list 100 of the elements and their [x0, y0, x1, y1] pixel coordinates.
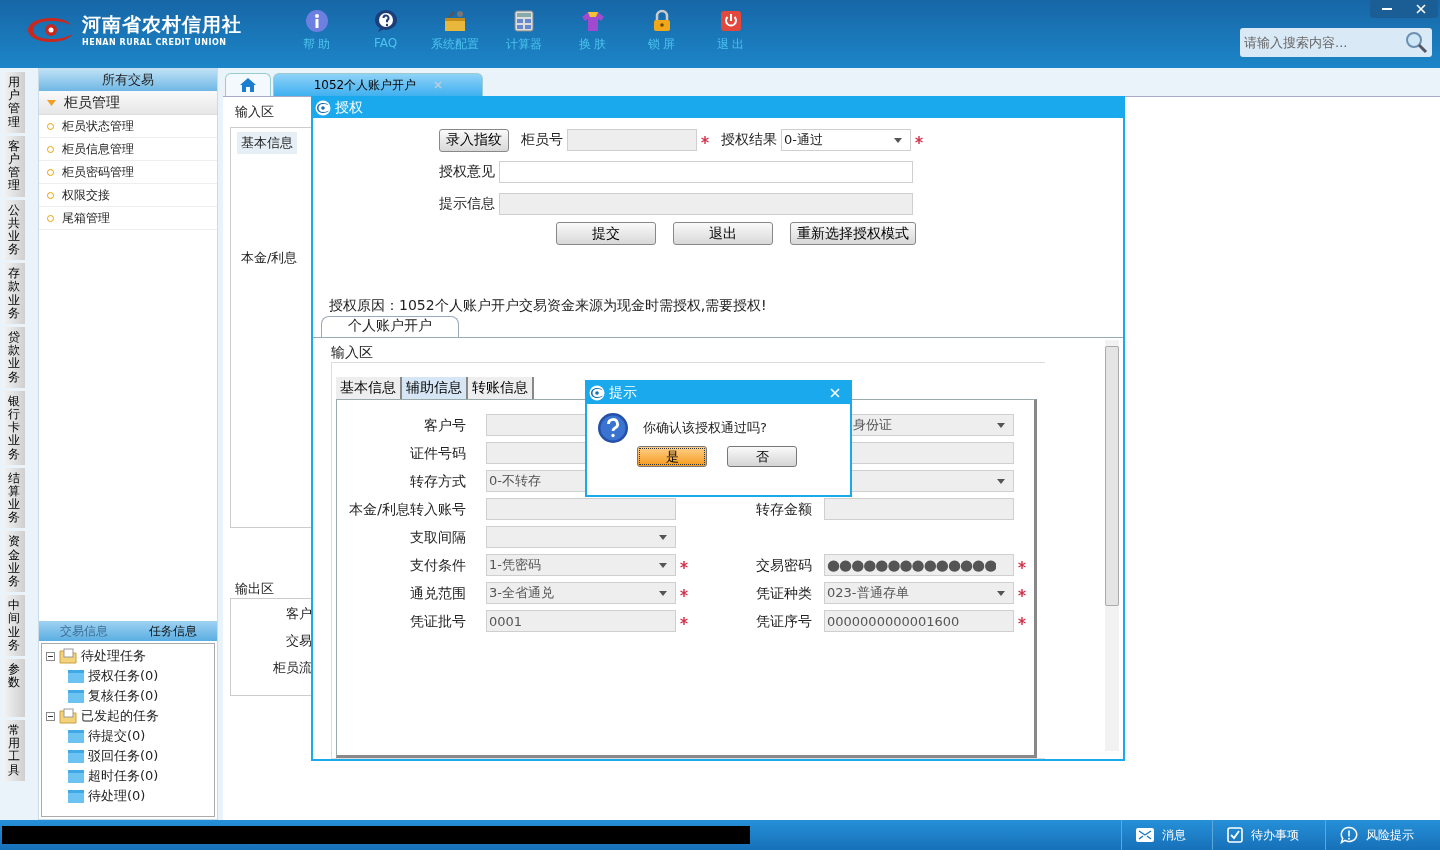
tree-node[interactable]: 超时任务(0)	[46, 766, 210, 786]
dropdown-arrow-icon	[659, 590, 667, 596]
menu-group[interactable]: 柜员管理	[39, 91, 217, 115]
collapse-icon[interactable]	[46, 711, 55, 721]
side-tab[interactable]: 参数	[3, 658, 25, 717]
input-field[interactable]	[499, 161, 913, 183]
dialog-button[interactable]: 重新选择授权模式	[790, 222, 916, 245]
field-label: 转存方式	[409, 472, 467, 491]
tree-node[interactable]: 复核任务(0)	[46, 686, 210, 706]
folder-icon	[68, 769, 84, 783]
logo-title: 河南省农村信用社	[82, 12, 242, 37]
folder-icon	[68, 729, 84, 743]
form-tab[interactable]: 转账信息	[468, 377, 534, 399]
dropdown-field[interactable]: 身份证	[850, 414, 1014, 436]
scrollbar[interactable]	[1105, 340, 1119, 751]
field-label: 交易	[286, 632, 312, 650]
dialog-button[interactable]: 退出	[673, 222, 773, 245]
dialog-button[interactable]: 是	[637, 446, 707, 467]
app-icon	[315, 100, 331, 116]
reason-text: 授权原因：1052个人账户开户交易资金来源为现金时需授权,需要授权!	[329, 297, 768, 315]
password-field[interactable]: ●●●●●●●●●●●●●●	[824, 554, 1014, 576]
tree-node[interactable]: 待处理(0)	[46, 786, 210, 806]
dropdown-field[interactable]: 1-凭密码	[486, 554, 676, 576]
field-label: 凭证序号	[755, 612, 813, 631]
fingerprint-button[interactable]: 录入指纹	[439, 128, 509, 152]
form-tab[interactable]: 基本信息	[237, 132, 297, 154]
dialog-button[interactable]: 否	[727, 446, 797, 467]
tree-node[interactable]: 已发起的任务	[46, 706, 210, 726]
help-icon	[373, 9, 398, 33]
home-tab[interactable]	[225, 73, 271, 96]
menu-item[interactable]: 权限交接	[39, 184, 217, 207]
menu-item[interactable]: 柜员密码管理	[39, 161, 217, 184]
side-tab[interactable]: 用户管理	[3, 72, 25, 133]
panel-tab[interactable]: 任务信息	[128, 621, 217, 641]
field-label: 转存金额	[755, 500, 813, 519]
dropdown-field[interactable]	[486, 526, 676, 548]
alert-bubble-icon	[1340, 826, 1358, 844]
folder-icon	[68, 789, 84, 803]
dialog-title: 提示	[609, 384, 637, 402]
sidebar-title: 所有交易	[39, 69, 217, 91]
page-tab[interactable]: 1052个人账户开户	[273, 73, 483, 96]
envelope-icon	[1136, 827, 1154, 843]
collapse-icon[interactable]	[46, 651, 55, 661]
status-button[interactable]: 风险提示	[1325, 820, 1440, 850]
side-tab[interactable]: 中间业务	[3, 595, 25, 656]
dropdown-field[interactable]: 3-全省通兑	[486, 582, 676, 604]
field-label: 授权结果	[721, 131, 777, 149]
folder-icon	[68, 749, 84, 763]
form-tab[interactable]: 辅助信息	[402, 377, 468, 399]
side-tab[interactable]: 存款业务	[3, 263, 25, 324]
side-tab[interactable]: 贷款业务	[3, 327, 25, 388]
dialog-button[interactable]: 提交	[556, 222, 656, 245]
tree-node[interactable]: 驳回任务(0)	[46, 746, 210, 766]
input-field[interactable]	[824, 498, 1014, 520]
field-label: 柜员流	[273, 659, 312, 677]
section-title: 输入区	[331, 344, 373, 362]
side-tab[interactable]: 资金业务	[3, 531, 25, 593]
folder-icon	[59, 648, 77, 664]
folder-icon	[68, 689, 84, 703]
field-label: 凭证批号	[409, 612, 467, 631]
input-field[interactable]	[850, 442, 1014, 464]
side-tab[interactable]: 常用工具	[3, 719, 25, 781]
calculator-icon	[511, 9, 536, 33]
field-label: 本金/利息转入账号	[348, 500, 467, 519]
input-field[interactable]	[486, 498, 676, 520]
menu-item[interactable]: 柜员状态管理	[39, 115, 217, 138]
field-label: 通兑范围	[409, 584, 467, 603]
status-button[interactable]: 待办事项	[1212, 820, 1325, 850]
tree-node[interactable]: 授权任务(0)	[46, 666, 210, 686]
side-tab[interactable]: 结算业务	[3, 467, 25, 529]
folder-icon	[68, 669, 84, 683]
form-tab[interactable]: 基本信息	[336, 377, 402, 399]
field-label: 本金/利息	[241, 249, 298, 267]
dropdown-field[interactable]: 023-普通存单	[824, 582, 1014, 604]
search-field[interactable]: 请输入搜索内容...	[1240, 28, 1432, 57]
tree-node[interactable]: 待提交(0)	[46, 726, 210, 746]
side-tab[interactable]: 公共业务	[3, 199, 25, 261]
power-icon	[718, 9, 743, 33]
form-tab[interactable]: 个人账户开户	[321, 316, 459, 337]
dialog-title: 授权	[335, 99, 363, 117]
side-tab[interactable]: 银行卡业务	[3, 390, 25, 465]
menu-item[interactable]: 柜员信息管理	[39, 138, 217, 161]
status-button[interactable]: 消息	[1121, 820, 1212, 850]
dropdown-arrow-icon	[997, 590, 1005, 596]
search-icon	[1404, 30, 1428, 54]
dropdown-arrow-icon	[997, 478, 1005, 484]
dropdown-arrow-icon	[997, 422, 1005, 428]
dropdown-field[interactable]	[850, 470, 1014, 492]
tree-node[interactable]: 待处理任务	[46, 646, 210, 666]
side-tab[interactable]: 客户管理	[3, 135, 25, 197]
close-icon[interactable]	[434, 81, 443, 89]
input-field[interactable]: 0000000000001600	[824, 610, 1014, 632]
input-field[interactable]	[499, 193, 913, 215]
input-field[interactable]: 0001	[486, 610, 676, 632]
dropdown-arrow-icon	[659, 562, 667, 568]
menu-item[interactable]: 尾箱管理	[39, 207, 217, 230]
question-icon	[597, 412, 629, 444]
confirm-message: 你确认该授权通过吗?	[643, 419, 767, 437]
input-field[interactable]	[567, 129, 697, 151]
dropdown-field[interactable]: 0-通过	[781, 129, 911, 151]
